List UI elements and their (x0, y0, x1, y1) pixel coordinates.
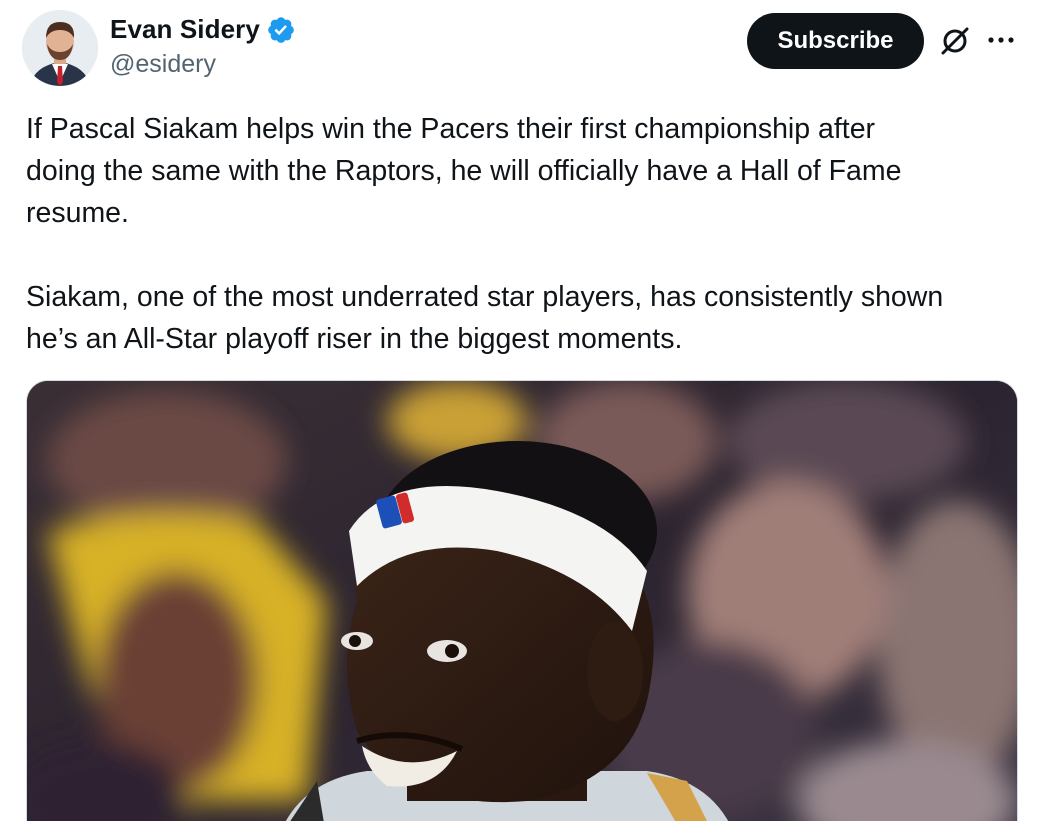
tweet-text-line: resume. (26, 197, 129, 229)
grok-icon[interactable] (938, 24, 972, 58)
tweet-media-photo[interactable] (26, 380, 1018, 821)
author-avatar[interactable] (22, 10, 98, 86)
tweet-text-line: doing the same with the Raptors, he will… (26, 155, 902, 187)
author-handle[interactable]: @esidery (110, 50, 216, 79)
tweet-text-line: he’s an All-Star playoff riser in the bi… (26, 323, 683, 355)
more-horizontal-icon[interactable] (986, 28, 1016, 52)
verified-badge-icon[interactable] (266, 15, 296, 45)
tweet-text-line: Siakam, one of the most underrated star … (26, 281, 944, 313)
tweet-text: If Pascal Siakam helps win the Pacers th… (26, 108, 1026, 360)
author-name-row[interactable]: Evan Sidery (110, 14, 296, 45)
subscribe-button[interactable]: Subscribe (747, 13, 924, 69)
author-name[interactable]: Evan Sidery (110, 14, 260, 45)
tweet-card: Evan Sidery @esidery Subscribe If Pascal… (0, 0, 1044, 821)
tweet-text-line: If Pascal Siakam helps win the Pacers th… (26, 113, 876, 145)
